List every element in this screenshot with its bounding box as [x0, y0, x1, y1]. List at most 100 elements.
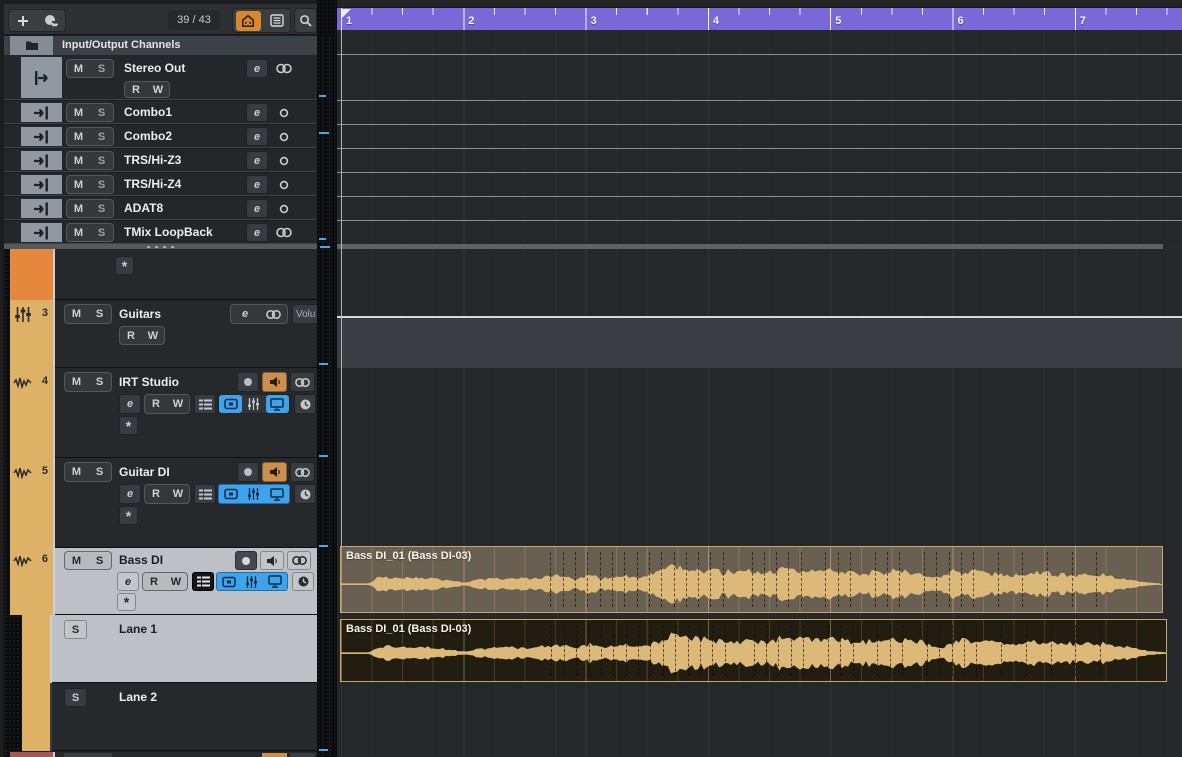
warp-marker[interactable]: [778, 625, 780, 676]
lane-color-strip[interactable]: [22, 615, 50, 683]
track-color-strip[interactable]: [10, 249, 53, 300]
write-automation-button[interactable]: W: [167, 395, 189, 413]
warp-marker[interactable]: [803, 625, 804, 676]
track-row-bass-di[interactable]: 6 M S Bass DI e R W *: [4, 548, 317, 615]
track-color-strip[interactable]: 6: [10, 548, 53, 615]
mute-button[interactable]: M: [67, 60, 90, 77]
solo-button[interactable]: S: [90, 60, 113, 77]
warp-marker[interactable]: [887, 552, 888, 607]
track-color-strip[interactable]: 3: [10, 300, 53, 368]
write-automation-button[interactable]: W: [142, 327, 164, 344]
track-visibility-agents-button[interactable]: [233, 9, 263, 32]
warp-marker[interactable]: [699, 625, 701, 676]
guitars-track-lane[interactable]: [337, 318, 1182, 368]
show-lanes-button[interactable]: [194, 394, 216, 414]
warp-marker[interactable]: [973, 552, 975, 607]
mute-button[interactable]: M: [67, 224, 90, 241]
lane-solo-button[interactable]: S: [64, 688, 87, 707]
mute-button[interactable]: M: [67, 104, 90, 121]
warp-marker[interactable]: [765, 625, 767, 676]
warp-marker[interactable]: [788, 552, 790, 607]
channel-row-combo1[interactable]: M S Combo1 e: [4, 101, 317, 124]
warp-marker[interactable]: [923, 552, 925, 607]
warp-marker[interactable]: [650, 625, 652, 676]
channel-name[interactable]: TMix LoopBack: [124, 225, 213, 239]
warp-marker[interactable]: [576, 625, 578, 676]
warp-marker[interactable]: [889, 625, 891, 676]
channel-row-trs-hi-z4[interactable]: M S TRS/Hi-Z4 e: [4, 173, 317, 196]
solo-button[interactable]: S: [90, 224, 113, 241]
lane-row-2[interactable]: S Lane 2: [4, 683, 317, 751]
warp-marker[interactable]: [1025, 625, 1027, 676]
edit-channel-button[interactable]: e: [246, 103, 268, 122]
solo-button[interactable]: S: [88, 552, 111, 569]
warp-marker[interactable]: [648, 552, 650, 607]
warp-marker[interactable]: [685, 552, 687, 607]
lane-name[interactable]: Lane 1: [119, 622, 157, 636]
io-channels-header[interactable]: Input/Output Channels: [4, 36, 317, 55]
add-track-button[interactable]: [9, 10, 37, 31]
monitor-button[interactable]: [260, 551, 284, 570]
warp-marker[interactable]: [575, 552, 576, 607]
channel-name[interactable]: TRS/Hi-Z4: [124, 177, 181, 191]
warp-marker[interactable]: [724, 625, 726, 676]
warp-marker[interactable]: [997, 552, 999, 607]
solo-button[interactable]: S: [90, 104, 113, 121]
warp-marker[interactable]: [902, 625, 903, 676]
lane-name[interactable]: Lane 2: [119, 690, 157, 704]
ruler[interactable]: 1234567: [337, 8, 1182, 30]
mute-button[interactable]: M: [67, 200, 90, 217]
show-lanes-button[interactable]: [192, 572, 214, 591]
warp-marker[interactable]: [1071, 552, 1073, 607]
event-display[interactable]: 1234567 Bass DI_01 (Bass DI-03) Bass DI_…: [337, 0, 1182, 757]
channel-strip-button[interactable]: [240, 573, 263, 590]
find-track-button[interactable]: [295, 9, 316, 32]
edit-channel-button[interactable]: e: [119, 484, 141, 504]
track-row-partial-bottom[interactable]: [4, 752, 317, 757]
freeze-button[interactable]: *: [119, 506, 138, 525]
warp-marker[interactable]: [939, 625, 941, 676]
audio-clip-bass-di[interactable]: Bass DI_01 (Bass DI-03): [340, 546, 1163, 613]
warp-marker[interactable]: [960, 552, 962, 607]
warp-marker[interactable]: [837, 552, 839, 607]
mute-button[interactable]: M: [67, 128, 90, 145]
warp-marker[interactable]: [722, 552, 724, 607]
write-automation-button[interactable]: W: [167, 485, 189, 503]
mute-button[interactable]: M: [65, 463, 88, 481]
warp-marker[interactable]: [936, 552, 938, 607]
record-enable-button[interactable]: [237, 462, 259, 482]
warp-marker[interactable]: [790, 625, 792, 676]
solo-button[interactable]: S: [88, 373, 111, 391]
warp-marker[interactable]: [751, 552, 753, 607]
edit-channel-button[interactable]: e: [119, 394, 141, 414]
time-base-button[interactable]: [292, 572, 314, 591]
warp-marker[interactable]: [587, 552, 589, 607]
freeze-button[interactable]: *: [115, 256, 134, 275]
warp-marker[interactable]: [951, 625, 953, 676]
track-name[interactable]: Guitars: [119, 307, 161, 321]
edit-channel-button[interactable]: e: [246, 127, 268, 146]
warp-marker[interactable]: [840, 625, 842, 676]
lane-solo-button[interactable]: S: [64, 620, 87, 639]
edit-channel-button[interactable]: e: [246, 223, 268, 242]
warp-marker[interactable]: [588, 625, 590, 676]
read-automation-button[interactable]: R: [145, 395, 167, 413]
lane-color-strip[interactable]: [22, 683, 50, 751]
read-automation-button[interactable]: R: [120, 327, 142, 344]
warp-marker[interactable]: [1100, 625, 1101, 676]
show-lanes-button[interactable]: [194, 484, 216, 504]
warp-marker[interactable]: [963, 625, 965, 676]
warp-marker[interactable]: [661, 552, 663, 607]
freeze-button[interactable]: *: [119, 416, 138, 435]
warp-marker[interactable]: [662, 625, 664, 676]
warp-marker[interactable]: [638, 625, 639, 676]
warp-marker[interactable]: [613, 625, 615, 676]
channel-row-stereo-out[interactable]: M S Stereo Out R W e: [4, 55, 317, 100]
warp-marker[interactable]: [852, 625, 854, 676]
warp-marker[interactable]: [551, 625, 553, 676]
warp-marker[interactable]: [698, 552, 700, 607]
routing-button[interactable]: [219, 395, 243, 413]
track-row-irt-studio[interactable]: 4 M S IRT Studio e R W *: [4, 368, 317, 458]
time-base-button[interactable]: [294, 394, 316, 414]
mute-button[interactable]: M: [67, 152, 90, 169]
